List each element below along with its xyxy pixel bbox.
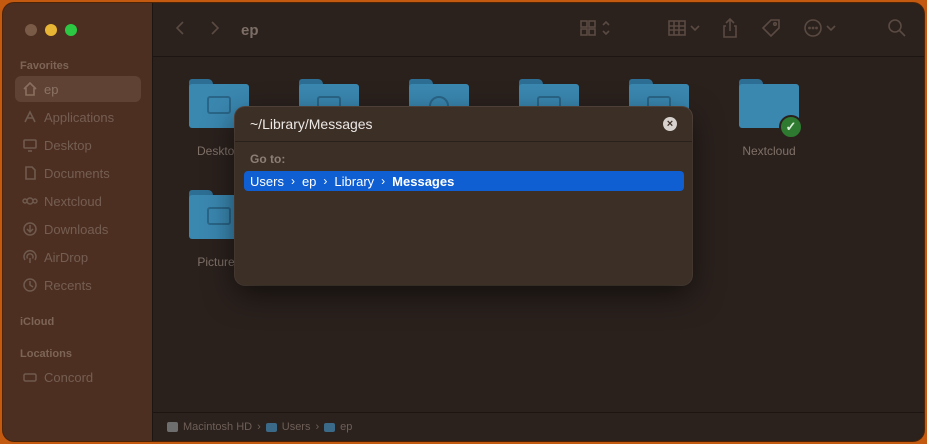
sidebar-item-label: Nextcloud (44, 193, 102, 209)
share-button[interactable] (720, 17, 740, 44)
sidebar-item-label: Recents (44, 277, 92, 293)
sidebar-item-label: Downloads (44, 221, 109, 237)
go-to-folder-dialog: ~/Library/Messages × Go to: Users › ep ›… (235, 107, 692, 285)
nextcloud-icon (22, 193, 38, 209)
hard-drive-icon (167, 422, 178, 432)
sidebar-section-favorites: Favorites (20, 60, 69, 72)
suggestion-segment: Users (250, 173, 284, 189)
close-window-button[interactable] (25, 24, 37, 36)
share-icon (720, 17, 740, 44)
chevron-right-icon: › (381, 174, 386, 188)
path-input[interactable]: ~/Library/Messages (250, 116, 373, 132)
grid-icon (579, 18, 613, 43)
sidebar-item-concord[interactable]: Concord (15, 364, 141, 390)
path-item-label: ep (340, 421, 353, 433)
synced-checkmark-icon: ✓ (779, 115, 803, 139)
window-title: ep (241, 22, 259, 39)
sidebar-item-label: ep (44, 81, 59, 97)
document-icon (22, 165, 38, 181)
pictures-folder-icon (207, 207, 231, 225)
sidebar-item-downloads[interactable]: Downloads (15, 216, 141, 242)
search-button[interactable] (887, 18, 907, 43)
sidebar-section-icloud: iCloud (20, 316, 55, 328)
applications-icon (22, 109, 38, 125)
airdrop-icon (22, 249, 38, 265)
sidebar-section-locations: Locations (20, 348, 72, 360)
sidebar-item-ep[interactable]: ep (15, 76, 141, 102)
folder-icon (265, 422, 277, 432)
sidebar: Favorites ep Applications Desktop Docume… (3, 3, 153, 441)
clear-input-button[interactable]: × (663, 117, 677, 131)
view-mode-button[interactable] (579, 19, 613, 41)
maximize-window-button[interactable] (65, 24, 77, 36)
minimize-window-button[interactable] (45, 24, 57, 36)
folder-label: Nextcloud (742, 144, 796, 158)
group-button[interactable] (667, 19, 703, 41)
clock-icon (22, 277, 38, 293)
toolbar: ep (153, 3, 924, 57)
path-item-macintosh-hd[interactable]: Macintosh HD (167, 421, 252, 433)
group-grid-icon (667, 18, 703, 43)
desktop-icon (22, 137, 38, 153)
forward-button[interactable] (208, 19, 222, 41)
sidebar-item-documents[interactable]: Documents (15, 160, 141, 186)
chevron-right-icon (208, 19, 222, 42)
desktop-folder-icon (207, 96, 231, 114)
search-icon (887, 18, 907, 43)
home-icon (22, 81, 38, 97)
chevron-left-icon (173, 19, 187, 42)
suggestion-segment: ep (301, 173, 317, 189)
goto-label: Go to: (250, 152, 286, 166)
sidebar-item-recents[interactable]: Recents (15, 272, 141, 298)
sidebar-item-label: Concord (44, 369, 94, 385)
disk-icon (22, 369, 38, 385)
sidebar-item-desktop[interactable]: Desktop (15, 132, 141, 158)
sidebar-item-applications[interactable]: Applications (15, 104, 141, 130)
download-icon (22, 221, 38, 237)
suggestion-segment: Library (334, 173, 375, 189)
suggestion-segment-current: Messages (392, 173, 455, 189)
tags-button[interactable] (760, 17, 782, 44)
sidebar-item-label: Documents (44, 165, 110, 181)
path-item-users[interactable]: Users (265, 421, 311, 433)
more-actions-button[interactable] (803, 17, 839, 44)
sidebar-item-label: Desktop (44, 137, 92, 153)
chevron-right-icon: › (323, 174, 328, 188)
sidebar-item-airdrop[interactable]: AirDrop (15, 244, 141, 270)
path-bar: Macintosh HD › Users › ep (153, 412, 924, 441)
path-suggestion[interactable]: Users › ep › Library › Messages (244, 171, 684, 191)
path-item-ep[interactable]: ep (324, 421, 352, 433)
path-item-label: Macintosh HD (183, 421, 253, 433)
sidebar-item-label: Applications (44, 109, 115, 125)
path-separator: › (257, 421, 261, 433)
back-button[interactable] (173, 19, 187, 41)
path-item-label: Users (281, 421, 311, 433)
sidebar-item-label: AirDrop (44, 249, 89, 265)
sidebar-item-nextcloud[interactable]: Nextcloud (15, 188, 141, 214)
chevron-right-icon: › (290, 174, 295, 188)
path-separator: › (315, 421, 320, 433)
path-input-row: ~/Library/Messages × (235, 107, 692, 142)
folder-icon (324, 422, 336, 432)
tag-icon (760, 17, 782, 44)
ellipsis-circle-icon (803, 17, 839, 44)
